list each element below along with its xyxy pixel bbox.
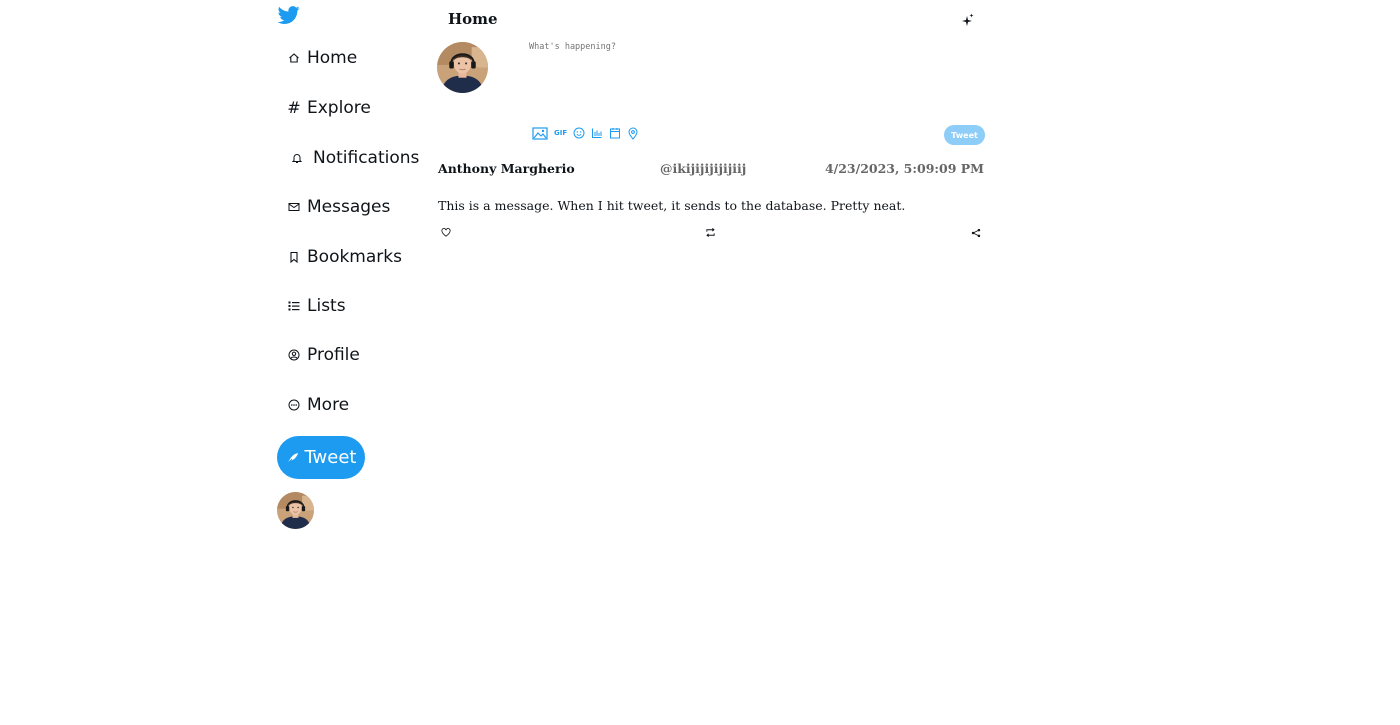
post-timestamp: 4/23/2023, 5:09:09 PM: [824, 161, 984, 176]
gif-icon[interactable]: GIF: [554, 129, 567, 137]
sidebar-item-lists[interactable]: Lists: [287, 293, 346, 319]
post-author-name[interactable]: Anthony Margherio: [438, 161, 575, 176]
sidebar-item-label: Explore: [307, 98, 371, 118]
bookmark-icon: [287, 250, 301, 264]
sidebar-item-profile[interactable]: Profile: [287, 342, 360, 368]
list-icon: [287, 299, 301, 313]
heart-icon[interactable]: [440, 227, 451, 238]
sidebar-item-label: Bookmarks: [307, 247, 402, 267]
post-author-handle[interactable]: @ikijijijijijiij: [660, 161, 746, 176]
user-circle-icon: [287, 348, 301, 362]
retweet-icon[interactable]: [705, 227, 716, 238]
share-icon[interactable]: [970, 227, 981, 238]
composer-avatar: [437, 42, 488, 93]
sidebar-item-label: Messages: [307, 197, 391, 217]
bell-icon: [290, 151, 304, 165]
tweet-compose-input[interactable]: [529, 42, 969, 112]
sidebar-item-label: More: [307, 395, 350, 415]
sidebar-item-bookmarks[interactable]: Bookmarks: [287, 244, 402, 270]
sidebar-item-more[interactable]: More: [287, 392, 349, 418]
composer-toolbar: GIF: [532, 126, 645, 140]
emoji-icon[interactable]: [573, 127, 585, 139]
compose-tweet-button[interactable]: Tweet: [944, 125, 985, 145]
post-body-text: This is a message. When I hit tweet, it …: [438, 198, 906, 213]
tweet-button-label: Tweet: [304, 447, 357, 468]
sparkle-icon[interactable]: [962, 12, 974, 26]
page-title: Home: [448, 10, 498, 28]
sidebar-item-notifications[interactable]: Notifications: [290, 145, 419, 171]
sidebar: Home # Explore Notifications Messages Bo…: [277, 0, 427, 725]
home-icon: [287, 51, 301, 65]
sidebar-item-label: Lists: [307, 296, 346, 316]
sidebar-item-label: Home: [307, 48, 358, 68]
hashtag-icon: #: [287, 98, 301, 117]
sidebar-item-home[interactable]: Home: [287, 45, 357, 71]
twitter-bird-icon[interactable]: [277, 4, 303, 26]
image-icon[interactable]: [532, 126, 548, 140]
tweet-button[interactable]: Tweet: [277, 436, 365, 479]
sidebar-item-messages[interactable]: Messages: [287, 194, 390, 220]
avatar[interactable]: [277, 492, 314, 529]
feather-icon: [286, 451, 300, 465]
sidebar-item-label: Profile: [307, 345, 360, 365]
envelope-icon: [287, 200, 301, 214]
location-icon[interactable]: [627, 127, 639, 140]
more-circle-icon: [287, 398, 301, 412]
main-feed: Home GIF Tweet Anthony Margh: [437, 0, 987, 725]
poll-icon[interactable]: [591, 127, 603, 139]
sidebar-item-explore[interactable]: # Explore: [287, 95, 371, 121]
schedule-icon[interactable]: [609, 127, 621, 139]
gif-label: GIF: [554, 129, 568, 137]
sidebar-item-label: Notifications: [313, 148, 420, 168]
